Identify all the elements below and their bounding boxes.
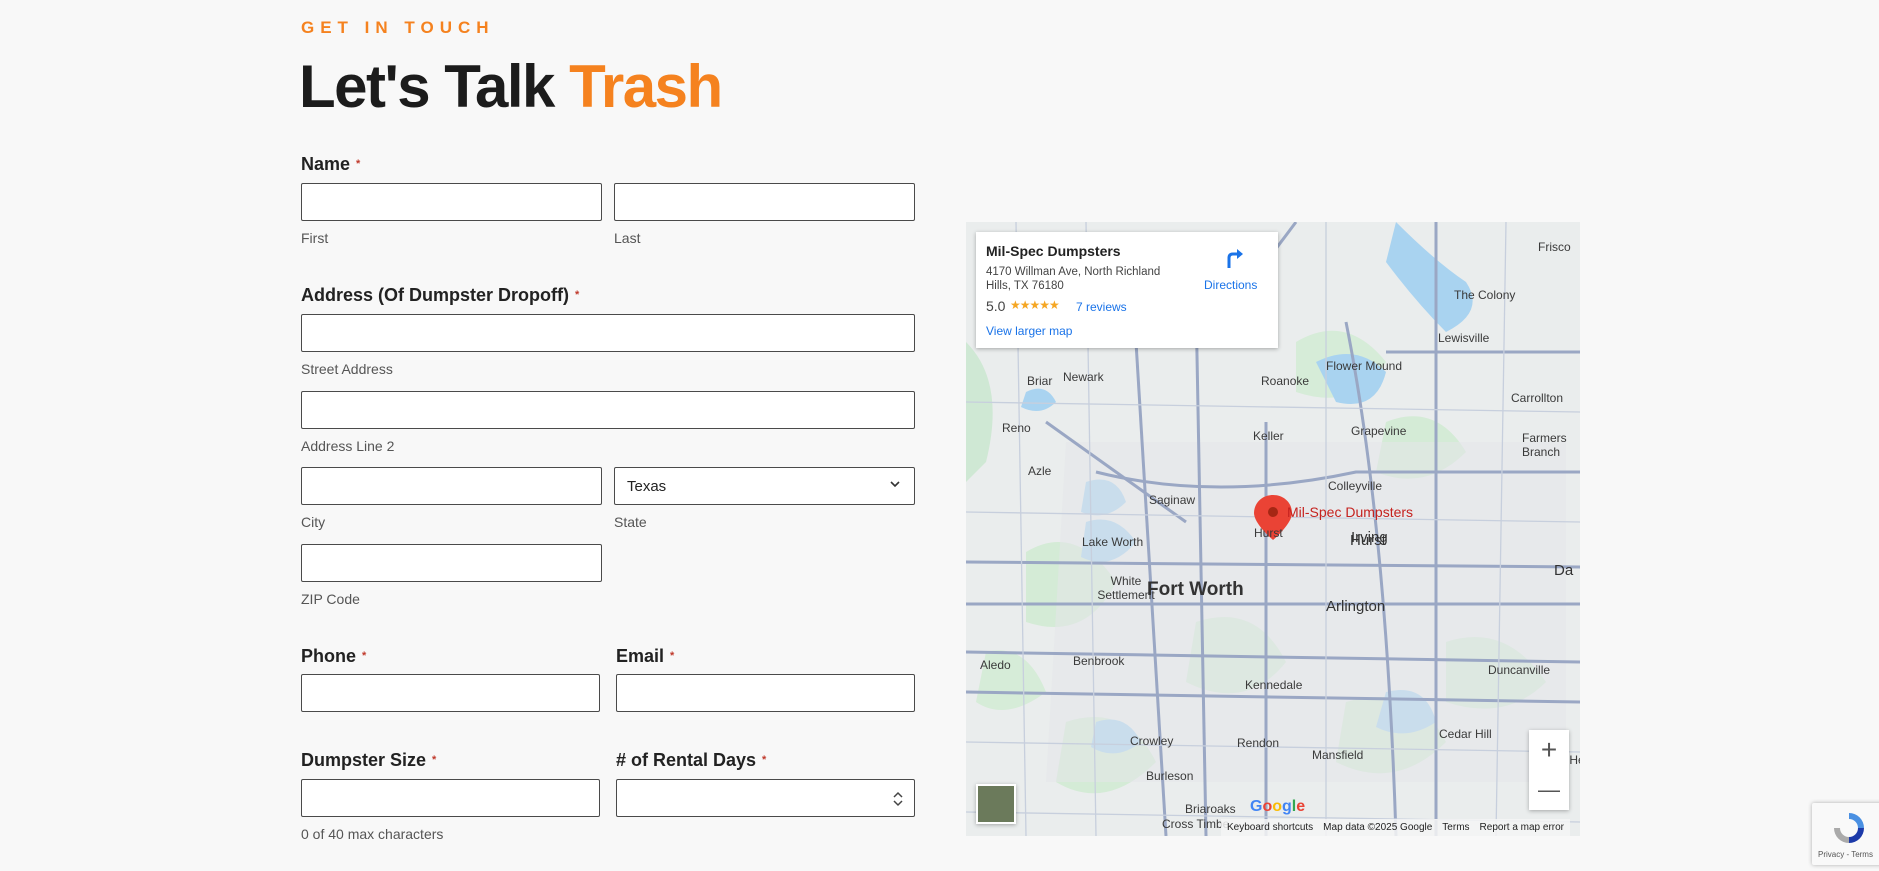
map-place-label: Frisco (1538, 240, 1571, 254)
report-map-error-link[interactable]: Report a map error (1480, 822, 1564, 833)
map-place-label: Briaroaks (1185, 802, 1236, 816)
last-name-sublabel: Last (614, 230, 641, 246)
chevron-down-icon (890, 481, 900, 488)
contact-page: GET IN TOUCH Let's Talk Trash Name * Firs… (0, 0, 1879, 871)
map-place-label: Newark (1063, 370, 1104, 384)
view-larger-map-link[interactable]: View larger map (986, 324, 1072, 338)
required-marker: * (356, 158, 361, 170)
map-place-label: Colleyville (1328, 479, 1383, 493)
map-place-label: Flower Mound (1326, 359, 1403, 373)
map-data-credit: Map data ©2025 Google (1323, 822, 1433, 833)
name-label: Name * (301, 154, 361, 174)
map-pin-label[interactable]: Mil-Spec Dumpsters (1287, 504, 1413, 520)
last-name-input[interactable] (614, 183, 915, 221)
map-place-label: Carrollton (1511, 391, 1564, 405)
first-name-sublabel: First (301, 230, 329, 246)
map-place-label: Mansfield (1312, 748, 1364, 762)
rental-days-label: # of Rental Days * (616, 750, 767, 770)
street-address-sublabel: Street Address (301, 361, 393, 377)
section-eyebrow: GET IN TOUCH (301, 18, 495, 37)
rating-stars-icon: ★★★★★ (1010, 298, 1060, 312)
dumpster-size-label: Dumpster Size * (301, 750, 437, 770)
required-marker: * (762, 754, 767, 766)
map-place-label: Briar (1027, 374, 1053, 388)
address-line2-sublabel: Address Line 2 (301, 438, 395, 454)
map-place-label: Kennedale (1245, 678, 1303, 692)
state-select[interactable]: Texas (614, 467, 915, 505)
recaptcha-links[interactable]: Privacy - Terms (1818, 850, 1873, 859)
map-place-label: Benbrook (1073, 654, 1125, 668)
reviews-link[interactable]: 7 reviews (1076, 300, 1127, 314)
satellite-toggle-button[interactable] (976, 784, 1016, 824)
map-place-label: Irving (1351, 529, 1388, 546)
recaptcha-icon (1834, 813, 1864, 843)
required-marker: * (670, 650, 675, 662)
terms-link[interactable]: Terms (1442, 822, 1469, 833)
city-input[interactable] (301, 467, 602, 505)
phone-label: Phone * (301, 646, 367, 666)
street-address-input[interactable] (301, 314, 915, 352)
state-sublabel: State (614, 514, 647, 530)
place-card: Mil-Spec Dumpsters 4170 Willman Ave, Nor… (976, 232, 1278, 348)
phone-input[interactable] (301, 674, 600, 712)
title-accent: Trash (569, 53, 723, 120)
map-place-label: Lewisville (1438, 331, 1490, 345)
required-marker: * (362, 650, 367, 662)
number-stepper-icon[interactable] (892, 789, 904, 809)
google-map[interactable]: Briar Newark Reno Azle Saginaw Lake Wort… (966, 222, 1580, 836)
rental-days-input[interactable] (616, 779, 915, 817)
map-place-label: Crowley (1130, 734, 1174, 748)
map-place-label: Grapevine (1351, 424, 1407, 438)
place-name: Mil-Spec Dumpsters (986, 243, 1121, 259)
map-place-label: Reno (1002, 421, 1031, 435)
map-place-label: Hurst (1254, 526, 1283, 540)
map-place-label: Keller (1253, 429, 1284, 443)
zoom-controls: + — (1529, 730, 1569, 810)
place-address: 4170 Willman Ave, North Richland Hills, … (986, 266, 1161, 292)
google-logo: Google (1250, 798, 1306, 815)
map-attribution: Keyboard shortcuts Map data ©2025 Google… (1221, 819, 1571, 836)
map-place-label: Duncanville (1488, 663, 1551, 677)
page-title: Let's Talk Trash (299, 52, 723, 121)
map-place-label: Lake Worth (1082, 535, 1144, 549)
email-input[interactable] (616, 674, 915, 712)
map-place-label: The Colony (1454, 288, 1516, 302)
map-place-label: Aledo (980, 658, 1011, 672)
map-place-label: Arlington (1326, 598, 1386, 615)
zoom-out-button[interactable]: — (1529, 770, 1569, 810)
address-label: Address (Of Dumpster Dropoff) * (301, 285, 580, 305)
required-marker: * (432, 754, 437, 766)
map-place-label: Burleson (1146, 769, 1194, 783)
email-label: Email * (616, 646, 675, 666)
map-place-label: Saginaw (1149, 493, 1196, 507)
dumpster-size-input[interactable] (301, 779, 600, 817)
map-place-label: Azle (1028, 464, 1052, 478)
place-rating: 5.0 (986, 298, 1006, 314)
zip-code-input[interactable] (301, 544, 602, 582)
city-sublabel: City (301, 514, 326, 530)
char-counter: 0 of 40 max characters (301, 826, 444, 842)
title-main: Let's Talk (299, 53, 555, 120)
required-marker: * (575, 289, 580, 301)
address-line2-input[interactable] (301, 391, 915, 429)
map-place-label: Roanoke (1261, 374, 1310, 388)
zip-code-sublabel: ZIP Code (301, 591, 360, 607)
keyboard-shortcuts-link[interactable]: Keyboard shortcuts (1227, 822, 1313, 833)
map-place-label: Farmers Branch (1522, 431, 1567, 459)
map-place-label: Rendon (1237, 736, 1280, 750)
recaptcha-badge[interactable]: Privacy - Terms (1812, 803, 1879, 865)
map-place-label: Cedar Hill (1439, 727, 1492, 741)
directions-icon[interactable] (1220, 244, 1246, 270)
map-place-label: Da (1554, 562, 1574, 579)
first-name-input[interactable] (301, 183, 602, 221)
directions-link[interactable]: Directions (1204, 278, 1257, 292)
state-value: Texas (627, 478, 667, 495)
zoom-in-button[interactable]: + (1529, 730, 1569, 770)
map-place-label: Cross Timbe (1162, 817, 1230, 831)
map-place-label: Fort Worth (1147, 579, 1244, 600)
